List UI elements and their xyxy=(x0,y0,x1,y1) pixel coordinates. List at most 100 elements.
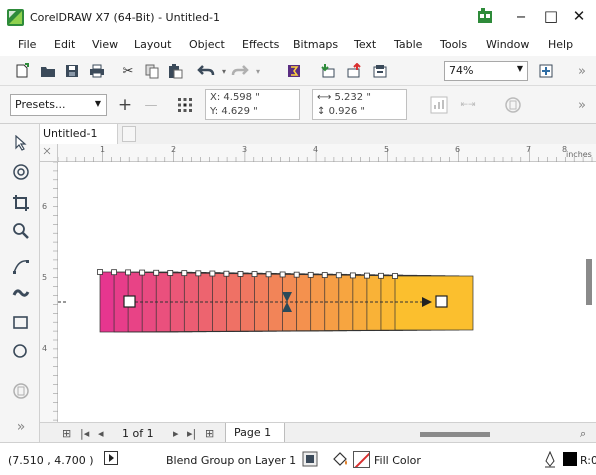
ellipse-tool-icon[interactable] xyxy=(10,340,32,362)
document-tab-untitled[interactable]: Untitled-1 xyxy=(40,124,118,144)
cut-icon[interactable]: ✂ xyxy=(118,61,138,81)
print-icon[interactable] xyxy=(87,61,107,81)
fill-bucket-icon[interactable] xyxy=(332,451,349,471)
blend-steps-icon[interactable] xyxy=(429,95,449,115)
outline-color-swatch[interactable] xyxy=(563,452,577,466)
blend-node-handle[interactable] xyxy=(307,271,314,278)
status-expand-icon[interactable] xyxy=(104,451,118,468)
blend-node-handle[interactable] xyxy=(209,270,216,277)
vertical-scrollbar-thumb[interactable] xyxy=(586,259,592,305)
width-field[interactable]: ⟷ 5.232 " xyxy=(317,92,371,103)
first-page-icon[interactable]: |◂ xyxy=(80,427,89,440)
paste-icon[interactable] xyxy=(165,61,185,81)
blend-node-handle[interactable] xyxy=(279,271,286,278)
pick-tool-icon[interactable] xyxy=(10,132,32,154)
blend-node-handle[interactable] xyxy=(364,272,370,279)
copy-blend-icon[interactable] xyxy=(503,95,523,115)
open-folder-icon[interactable] xyxy=(38,61,58,81)
object-origin-icon[interactable] xyxy=(175,95,195,115)
shape-tool-icon[interactable] xyxy=(10,161,32,183)
propbar-overflow-button[interactable]: » xyxy=(572,95,592,115)
blend-end-handle[interactable] xyxy=(435,295,448,308)
undo-icon[interactable] xyxy=(196,61,216,81)
menu-tools[interactable]: Tools xyxy=(440,38,467,51)
menu-effects[interactable]: Effects xyxy=(242,38,279,51)
blend-spacing-icon[interactable]: ⇤⇥ xyxy=(458,95,478,115)
blend-node-handle[interactable] xyxy=(111,269,117,276)
previous-page-icon[interactable]: ◂ xyxy=(98,427,104,440)
menu-window[interactable]: Window xyxy=(486,38,529,51)
redo-dropdown-icon[interactable]: ▾ xyxy=(248,61,268,81)
blend-node-handle[interactable] xyxy=(153,269,160,276)
toolbar-overflow-button[interactable]: » xyxy=(572,61,592,81)
horizontal-ruler[interactable]: 1 2 3 4 5 6 7 8 inches xyxy=(58,144,596,162)
blend-node-handle[interactable] xyxy=(378,272,384,279)
new-tab-button[interactable] xyxy=(122,126,136,142)
insert-page-before-icon[interactable]: ⊞ xyxy=(62,427,71,440)
import-icon[interactable] xyxy=(318,61,338,81)
blend-node-handle[interactable] xyxy=(97,269,103,275)
blend-node-handle[interactable] xyxy=(251,271,258,277)
menu-file[interactable]: File xyxy=(18,38,36,51)
blend-node-handle[interactable] xyxy=(223,270,230,277)
vertical-ruler[interactable]: 6 5 4 xyxy=(40,162,58,422)
blend-node-handle[interactable] xyxy=(167,270,174,276)
page-tab-1[interactable]: Page 1 xyxy=(225,423,285,443)
height-field[interactable]: ↕ 0.926 " xyxy=(317,106,365,117)
add-preset-button[interactable]: + xyxy=(115,95,135,115)
next-page-icon[interactable]: ▸ xyxy=(173,427,179,440)
store-icon[interactable] xyxy=(477,7,493,24)
blend-node-handle[interactable] xyxy=(195,270,202,277)
drawing-canvas[interactable] xyxy=(58,162,596,422)
blend-group[interactable] xyxy=(58,162,596,422)
outline-pen-icon[interactable] xyxy=(543,450,557,471)
menu-layout[interactable]: Layout xyxy=(134,38,171,51)
presets-select[interactable]: Presets... ▼ xyxy=(10,94,107,116)
blend-node-handle[interactable] xyxy=(139,269,146,276)
blend-node-handle[interactable] xyxy=(181,270,188,277)
minimize-button[interactable]: ‒ xyxy=(512,7,530,25)
redo-icon[interactable] xyxy=(230,61,250,81)
snap-to-icon[interactable] xyxy=(536,61,556,81)
color-proof-icon[interactable] xyxy=(302,451,318,470)
insert-page-after-icon[interactable]: ⊞ xyxy=(205,427,214,440)
horizontal-scrollbar-thumb[interactable] xyxy=(420,432,490,437)
freehand-tool-icon[interactable] xyxy=(10,256,32,278)
menu-text[interactable]: Text xyxy=(354,38,376,51)
menu-view[interactable]: View xyxy=(92,38,118,51)
artistic-media-tool-icon[interactable] xyxy=(10,282,32,304)
x-position-field[interactable]: X: 4.598 " xyxy=(210,92,260,103)
maximize-button[interactable]: □ xyxy=(542,7,560,25)
publish-pdf-icon[interactable] xyxy=(370,61,390,81)
export-icon[interactable] xyxy=(344,61,364,81)
interactive-blend-tool-icon[interactable] xyxy=(10,380,32,402)
menu-edit[interactable]: Edit xyxy=(54,38,75,51)
new-document-icon[interactable] xyxy=(12,61,32,81)
toolbox-overflow-button[interactable]: » xyxy=(10,416,32,438)
y-position-field[interactable]: Y: 4.629 " xyxy=(210,106,258,117)
blend-node-handle[interactable] xyxy=(293,271,300,278)
last-page-icon[interactable]: ▸| xyxy=(187,427,196,440)
remove-preset-button[interactable]: — xyxy=(141,95,161,115)
crop-tool-icon[interactable] xyxy=(10,192,32,214)
blend-node-handle[interactable] xyxy=(349,272,356,279)
ruler-origin[interactable] xyxy=(40,144,58,162)
copy-icon[interactable] xyxy=(142,61,162,81)
blend-node-handle[interactable] xyxy=(392,273,398,279)
menu-object[interactable]: Object xyxy=(189,38,225,51)
zoom-navigator-icon[interactable]: ⌕ xyxy=(580,427,586,441)
menu-table[interactable]: Table xyxy=(394,38,422,51)
rectangle-tool-icon[interactable] xyxy=(10,312,32,334)
save-icon[interactable] xyxy=(62,61,82,81)
blend-start-handle[interactable] xyxy=(123,295,136,308)
blend-node-handle[interactable] xyxy=(265,271,272,278)
blend-node-handle[interactable] xyxy=(335,272,342,279)
close-button[interactable]: ✕ xyxy=(570,7,588,25)
blend-node-handle[interactable] xyxy=(237,271,244,277)
menu-help[interactable]: Help xyxy=(548,38,573,51)
zoom-level-select[interactable]: 74% ▼ xyxy=(444,61,528,81)
menu-bitmaps[interactable]: Bitmaps xyxy=(293,38,338,51)
fill-color-swatch[interactable] xyxy=(353,451,370,468)
blend-node-handle[interactable] xyxy=(321,272,328,278)
zoom-tool-icon[interactable] xyxy=(10,220,32,242)
